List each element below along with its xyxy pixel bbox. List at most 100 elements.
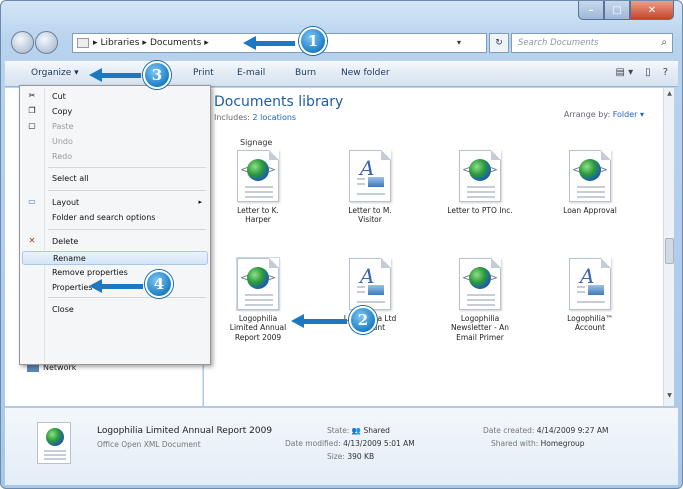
folder-icon — [77, 38, 89, 48]
breadcrumb-libraries[interactable]: Libraries — [101, 38, 140, 48]
file-list-pane: Documents library Includes: 2 locations … — [204, 88, 674, 406]
callout-3: 3 — [143, 61, 171, 89]
menu-item-rename[interactable]: Rename — [22, 251, 208, 265]
callout-3-arrow — [89, 68, 141, 82]
file-item[interactable]: < > Letter to PTO Inc. — [440, 150, 520, 215]
details-date-modified: Date modified: 4/13/2009 5:01 AM — [285, 439, 415, 448]
xml-document-icon: < > — [569, 150, 611, 202]
back-button[interactable] — [11, 31, 34, 54]
vertical-scrollbar[interactable]: ▲ ▼ — [663, 88, 674, 406]
paste-icon: ▢ — [28, 121, 36, 130]
help-icon[interactable]: ? — [663, 67, 668, 78]
new-folder-button[interactable]: New folder — [341, 68, 390, 78]
view-controls: ▤ ▾ ▯ ? — [616, 67, 668, 78]
details-size: Size: 390 KB — [327, 452, 375, 461]
file-item[interactable]: < > Logophilia Newsletter - An Email Prime… — [440, 258, 520, 342]
cut-icon: ✂ — [28, 91, 36, 100]
library-includes: Includes: 2 locations — [214, 113, 297, 122]
delete-icon: ✕ — [28, 236, 36, 245]
layout-icon: ▭ — [28, 197, 36, 206]
callout-1: 1 — [299, 27, 327, 55]
menu-separator — [48, 167, 206, 168]
file-name: Logophilia™ Account — [567, 314, 613, 333]
file-item[interactable]: < > Letter to K. Harper — [218, 150, 298, 225]
address-dropdown-icon[interactable]: ▾ — [457, 38, 461, 47]
organize-button[interactable]: Organize ▾ — [31, 68, 79, 78]
group-label: Signage — [240, 138, 273, 147]
scroll-up-icon[interactable]: ▲ — [664, 90, 674, 102]
preview-pane-icon[interactable]: ▯ — [645, 67, 651, 78]
scroll-down-icon[interactable]: ▼ — [664, 392, 674, 404]
file-name: Letter to K. Harper — [237, 206, 279, 225]
xml-document-icon: < > — [459, 258, 501, 310]
file-item[interactable]: A Logophilia™ Account — [550, 258, 630, 333]
burn-button[interactable]: Burn — [295, 68, 316, 78]
refresh-button[interactable]: ↻ — [489, 33, 509, 53]
details-shared-with: Shared with: Homegroup — [491, 439, 585, 448]
print-button[interactable]: Print — [193, 68, 214, 78]
details-file-type: Office Open XML Document — [97, 440, 201, 449]
details-file-name: Logophilia Limited Annual Report 2009 — [97, 426, 273, 436]
email-button[interactable]: E-mail — [237, 68, 265, 78]
menu-item-redo[interactable]: Redo — [22, 150, 208, 164]
menu-item-remove-properties[interactable]: Remove properties — [22, 266, 208, 280]
callout-2-arrow — [291, 314, 347, 328]
details-state: State: 👥 Shared — [327, 426, 390, 435]
xml-document-icon: < > — [236, 257, 280, 311]
shared-icon: 👥 — [351, 426, 362, 435]
menu-item-undo[interactable]: Undo — [22, 135, 208, 149]
library-title: Documents library — [214, 94, 344, 110]
scroll-thumb[interactable] — [665, 238, 674, 264]
views-icon[interactable]: ▤ ▾ — [616, 67, 634, 78]
file-name: Letter to PTO Inc. — [447, 206, 513, 215]
organize-menu: ✂ Cut ❐ Copy ▢ Paste Undo Redo Select all ▭ Layout… — [19, 85, 211, 365]
file-name: Letter to M. Visitor — [348, 206, 392, 225]
file-item[interactable]: A Letter to M. Visitor — [330, 150, 410, 225]
xml-document-icon: < > — [459, 150, 501, 202]
menu-item-copy[interactable]: ❐ Copy — [22, 105, 208, 119]
details-pane: Logophilia Limited Annual Report 2009 Of… — [5, 407, 678, 485]
close-button[interactable]: ✕ — [630, 1, 674, 20]
menu-separator — [48, 190, 206, 191]
callout-2: 2 — [349, 306, 377, 334]
file-item[interactable]: < > Loan Approval — [550, 150, 630, 215]
file-name: Loan Approval — [563, 206, 617, 215]
arrange-by-dropdown[interactable]: Folder ▾ — [613, 110, 644, 119]
callout-1-arrow — [243, 36, 295, 50]
locations-link[interactable]: 2 locations — [253, 113, 297, 122]
menu-separator — [48, 229, 206, 230]
file-name: Logophilia Limited Annual Report 2009 — [229, 314, 287, 342]
menu-item-delete[interactable]: ✕ Delete — [22, 235, 208, 249]
breadcrumb-documents[interactable]: Documents — [150, 38, 201, 48]
navigation-row: ▸ Libraries ▸ Documents ▸ ▾ ↻ Search Doc… — [11, 31, 673, 55]
maximize-button[interactable]: □ — [604, 1, 630, 20]
search-icon: ⌕ — [661, 37, 667, 48]
details-date-created: Date created: 4/14/2009 9:27 AM — [483, 426, 609, 435]
file-name: Logophilia Newsletter - An Email Primer — [451, 314, 509, 342]
word-document-icon: A — [349, 150, 391, 202]
minimize-button[interactable]: – — [578, 1, 604, 20]
file-item[interactable]: < > Logophilia Limited Annual Report 2009 — [218, 257, 298, 342]
word-document-icon: A — [349, 258, 391, 310]
xml-document-icon: < > — [237, 150, 279, 202]
forward-button[interactable] — [35, 31, 58, 54]
menu-item-layout[interactable]: ▭ Layout ▸ — [22, 196, 208, 210]
menu-item-folder-and-search-options[interactable]: Folder and search options — [22, 211, 208, 225]
copy-icon: ❐ — [28, 106, 36, 115]
menu-item-select-all[interactable]: Select all — [22, 172, 208, 186]
callout-4: 4 — [145, 270, 173, 298]
menu-item-close[interactable]: Close — [22, 303, 208, 317]
menu-separator — [48, 297, 206, 298]
explorer-window: – □ ✕ ▸ Libraries ▸ Documents ▸ ▾ ↻ Sear… — [0, 0, 683, 489]
submenu-arrow-icon: ▸ — [198, 198, 202, 206]
callout-4-arrow — [89, 279, 143, 293]
details-thumbnail — [37, 422, 71, 464]
search-placeholder: Search Documents — [518, 38, 599, 48]
menu-item-cut[interactable]: ✂ Cut — [22, 90, 208, 104]
word-document-icon: A — [569, 258, 611, 310]
window-controls: – □ ✕ — [578, 1, 674, 21]
arrange-by: Arrange by: Folder ▾ — [563, 110, 644, 119]
document-globe-icon — [46, 428, 64, 446]
search-input[interactable]: Search Documents ⌕ — [511, 33, 673, 53]
menu-item-paste[interactable]: ▢ Paste — [22, 120, 208, 134]
